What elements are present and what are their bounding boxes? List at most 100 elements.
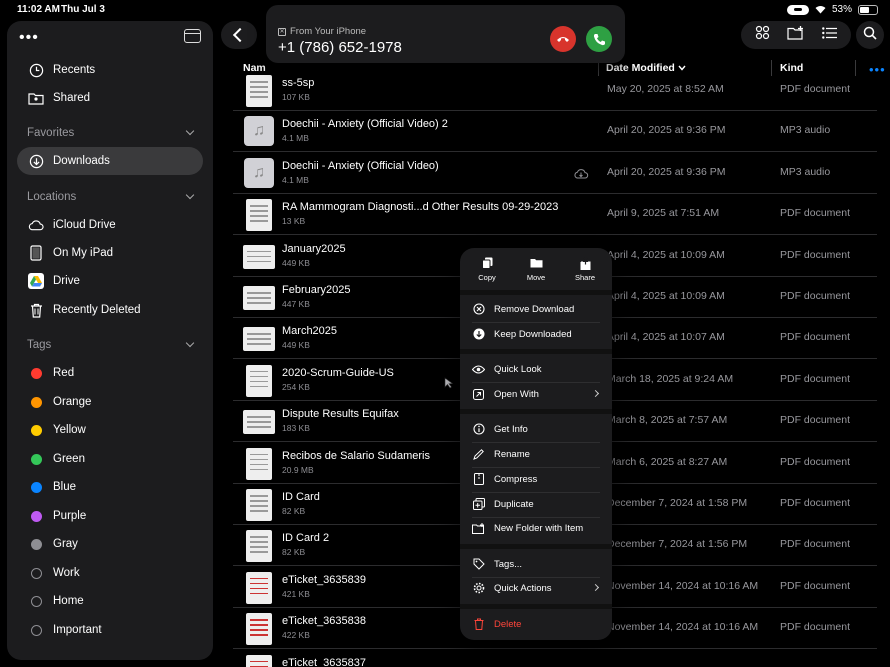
file-kind: MP3 audio	[780, 124, 831, 137]
copy-icon	[462, 256, 512, 270]
menu-divider	[472, 442, 600, 443]
accept-call-button[interactable]	[586, 26, 612, 52]
back-button[interactable]	[221, 21, 257, 49]
new-folder-with-item[interactable]: New Folder with Item	[472, 518, 602, 538]
file-size: 82 KB	[282, 506, 306, 516]
google-drive-icon	[28, 273, 44, 289]
cloud-icon	[28, 217, 44, 233]
open-with-item[interactable]: Open With	[472, 384, 602, 404]
share-button[interactable]: Share	[560, 256, 610, 282]
sidebar-item-label: Downloads	[53, 155, 110, 167]
file-size: 20.9 MB	[282, 464, 314, 475]
duplicate-item[interactable]: Duplicate	[472, 494, 602, 514]
sidebar-item-label: Drive	[53, 275, 80, 287]
menu-divider	[460, 409, 612, 414]
file-size: 449 KB	[282, 257, 310, 268]
sidebar-item-label: Blue	[53, 481, 77, 493]
menu-divider	[460, 544, 612, 549]
file-kind: PDF document	[780, 579, 851, 592]
remove-download-item[interactable]: Remove Download	[472, 299, 602, 319]
tags-header: Tags	[27, 339, 52, 351]
file-row[interactable]: eTicket_3635837	[233, 650, 877, 667]
sidebar-toggle-icon[interactable]	[184, 29, 201, 43]
sidebar-item-on-my-ipad[interactable]: On My iPad	[17, 239, 203, 267]
battery-icon	[858, 4, 878, 15]
move-button[interactable]: Move	[511, 256, 561, 282]
sidebar-tag-work[interactable]: Work	[17, 559, 203, 587]
chevron-down-icon[interactable]	[185, 338, 195, 348]
sidebar-tag-green[interactable]: Green	[17, 445, 203, 473]
sidebar-item-shared[interactable]: Shared	[17, 84, 203, 112]
new-folder-icon[interactable]	[787, 25, 805, 45]
decline-call-button[interactable]	[550, 26, 576, 52]
chevron-down-icon[interactable]	[185, 126, 195, 136]
file-kind: PDF document	[780, 290, 851, 302]
sidebar-tag-orange[interactable]: Orange	[17, 388, 203, 416]
sidebar-tag-purple[interactable]: Purple	[17, 502, 203, 530]
tag-color-dot	[30, 367, 42, 379]
archive-icon	[472, 473, 485, 486]
pdf-thumbnail	[246, 75, 272, 107]
incoming-call-banner[interactable]: ✕ From Your iPhone +1 (786) 652-1978	[266, 5, 625, 63]
quick-actions-item[interactable]: Quick Actions	[472, 578, 602, 598]
more-options-icon[interactable]: •••	[19, 29, 39, 47]
pdf-thumbnail	[246, 199, 272, 232]
keep-downloaded-item[interactable]: Keep Downloaded	[472, 324, 602, 344]
group-by-icon[interactable]	[755, 25, 770, 45]
compress-item[interactable]: Compress	[472, 469, 602, 489]
list-view-icon[interactable]	[821, 26, 837, 44]
pdf-thumbnail	[243, 327, 275, 352]
pencil-icon	[472, 448, 485, 461]
call-pill-icon	[786, 4, 809, 15]
sidebar-item-label: On My iPad	[53, 247, 114, 259]
tag-icon	[472, 558, 485, 571]
delete-item[interactable]: Delete	[472, 614, 602, 634]
copy-button[interactable]: Copy	[462, 256, 512, 282]
tags-item[interactable]: Tags...	[472, 554, 602, 574]
file-name: Doechii - Anxiety (Official Video)	[282, 159, 439, 172]
copy-label: Copy	[478, 273, 496, 282]
file-row[interactable]: ♫ Doechii - Anxiety (Official Video) 4.1 M…	[233, 153, 877, 194]
audio-file-icon: ♫	[244, 157, 274, 188]
menu-divider	[472, 492, 600, 493]
new-folder-icon	[472, 522, 485, 535]
file-kind: PDF document	[780, 83, 851, 95]
get-info-item[interactable]: Get Info	[472, 419, 602, 439]
open-with-icon	[472, 388, 485, 401]
file-kind: PDF document	[780, 331, 851, 344]
tag-empty-circle-icon	[30, 595, 42, 607]
pdf-thumbnail	[243, 244, 275, 269]
chevron-down-icon[interactable]	[185, 190, 195, 200]
file-date-modified: November 14, 2024 at 10:16 AM	[607, 579, 759, 592]
cloud-download-icon[interactable]	[573, 166, 589, 184]
sidebar-item-downloads[interactable]: Downloads	[17, 147, 203, 175]
sidebar-item-icloud-drive[interactable]: iCloud Drive	[17, 211, 203, 239]
file-row[interactable]: ♫ Doechii - Anxiety (Official Video) 2 4.1…	[233, 111, 877, 153]
file-date-modified: March 8, 2025 at 7:57 AM	[607, 414, 728, 427]
file-row[interactable]: RA Mammogram Diagnosti...d Other Results…	[233, 194, 877, 236]
menu-divider	[472, 322, 600, 323]
sidebar-tag-yellow[interactable]: Yellow	[17, 416, 203, 444]
rename-item[interactable]: Rename	[472, 444, 602, 464]
sidebar-item-label: Orange	[53, 396, 92, 408]
sidebar-tag-important[interactable]: Important	[17, 616, 203, 644]
pdf-thumbnail	[246, 530, 272, 563]
sidebar-tag-gray[interactable]: Gray	[17, 530, 203, 558]
sidebar-item-drive[interactable]: Drive	[17, 267, 203, 295]
sidebar-item-recents[interactable]: Recents	[17, 56, 203, 84]
file-size: 4.1 MB	[282, 174, 309, 185]
pdf-thumbnail	[246, 447, 272, 480]
file-row[interactable]: ss-5sp 107 KB May 20, 2025 at 8:52 AM PDF d…	[233, 70, 877, 111]
file-kind: PDF document	[780, 621, 851, 634]
share-label: Share	[574, 273, 595, 282]
file-kind: PDF document	[780, 248, 851, 261]
move-label: Move	[526, 273, 546, 282]
sidebar-tag-home[interactable]: Home	[17, 587, 203, 615]
sidebar-tag-red[interactable]: Red	[17, 359, 203, 387]
sidebar-item-recently-deleted[interactable]: Recently Deleted	[17, 296, 203, 324]
menu-item-label: Open With	[494, 388, 539, 400]
sidebar-tag-blue[interactable]: Blue	[17, 473, 203, 501]
quick-look-item[interactable]: Quick Look	[472, 359, 602, 379]
file-name: 2020-Scrum-Guide-US	[282, 366, 394, 379]
search-button[interactable]	[856, 21, 884, 49]
